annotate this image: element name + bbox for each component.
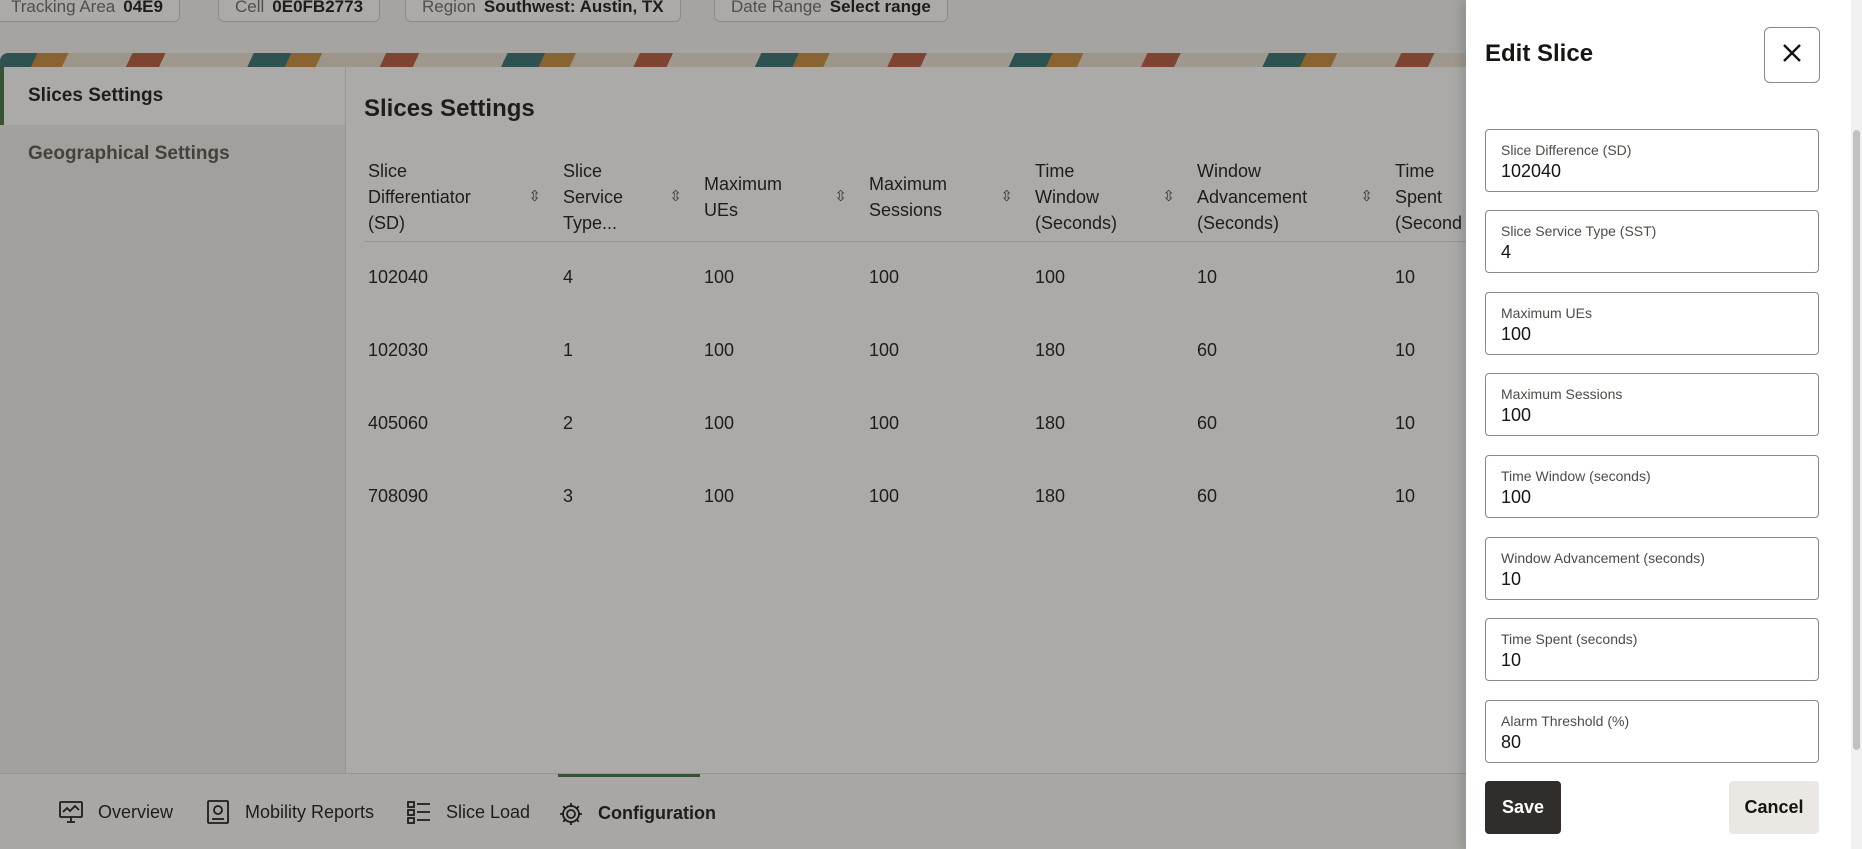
scrollbar-thumb[interactable]	[1853, 130, 1860, 750]
field-value[interactable]: 100	[1501, 405, 1531, 426]
field-label: Maximum UEs	[1501, 305, 1593, 321]
maximum-sessions-field[interactable]: Maximum Sessions 100	[1485, 373, 1819, 436]
close-button[interactable]	[1764, 27, 1820, 83]
field-label: Time Window (seconds)	[1501, 468, 1651, 484]
cancel-button[interactable]: Cancel	[1729, 781, 1819, 834]
field-label: Alarm Threshold (%)	[1501, 713, 1630, 729]
slice-service-type-field[interactable]: Slice Service Type (SST) 4	[1485, 210, 1819, 273]
modal-scrim[interactable]	[0, 0, 1466, 849]
field-value[interactable]: 102040	[1501, 161, 1561, 182]
field-value[interactable]: 4	[1501, 242, 1511, 263]
field-value[interactable]: 10	[1501, 569, 1521, 590]
field-value[interactable]: 100	[1501, 487, 1531, 508]
save-button[interactable]: Save	[1485, 781, 1561, 834]
time-window-field[interactable]: Time Window (seconds) 100	[1485, 455, 1819, 518]
close-icon	[1782, 43, 1802, 68]
alarm-threshold-field[interactable]: Alarm Threshold (%) 80	[1485, 700, 1819, 763]
field-value[interactable]: 10	[1501, 650, 1521, 671]
page-scrollbar[interactable]	[1851, 0, 1862, 849]
field-label: Window Advancement (seconds)	[1501, 550, 1705, 566]
slice-difference-field[interactable]: Slice Difference (SD) 102040	[1485, 129, 1819, 192]
field-value[interactable]: 80	[1501, 732, 1521, 753]
field-value[interactable]: 100	[1501, 324, 1531, 345]
drawer-title: Edit Slice	[1485, 40, 1594, 67]
edit-slice-drawer: Edit Slice Slice Difference (SD) 102040 …	[1466, 0, 1862, 849]
field-label: Slice Difference (SD)	[1501, 142, 1632, 158]
window-advancement-field[interactable]: Window Advancement (seconds) 10	[1485, 537, 1819, 600]
field-label: Time Spent (seconds)	[1501, 631, 1638, 647]
field-label: Maximum Sessions	[1501, 386, 1623, 402]
maximum-ues-field[interactable]: Maximum UEs 100	[1485, 292, 1819, 355]
field-label: Slice Service Type (SST)	[1501, 223, 1657, 239]
time-spent-field[interactable]: Time Spent (seconds) 10	[1485, 618, 1819, 681]
